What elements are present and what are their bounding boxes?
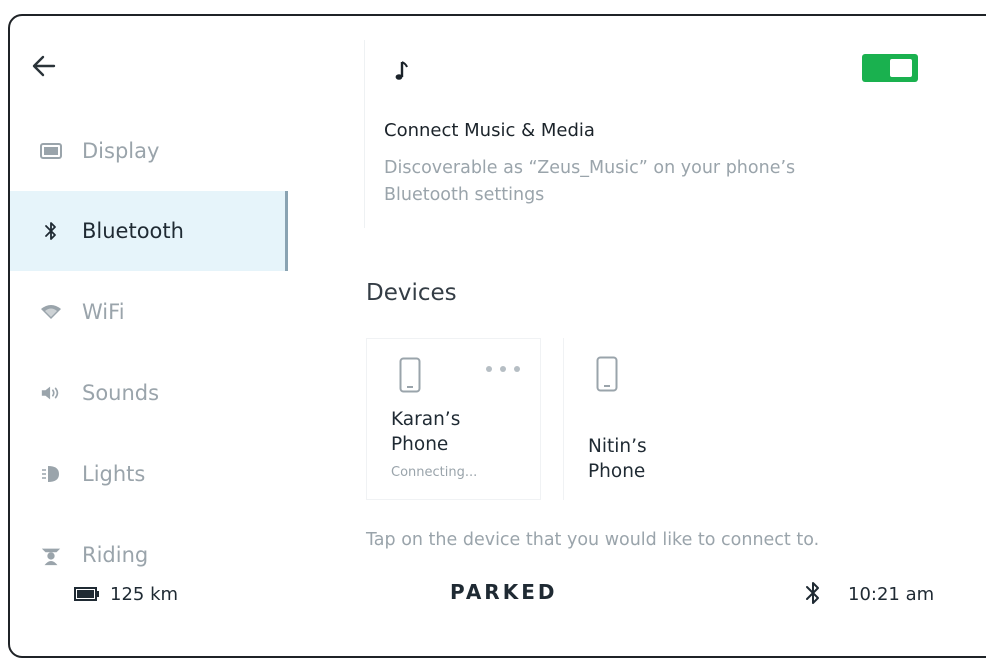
media-title: Connect Music & Media: [384, 120, 595, 141]
rider-icon: [40, 544, 62, 566]
bluetooth-icon: [803, 580, 823, 606]
devices-hint: Tap on the device that you would like to…: [366, 530, 820, 550]
devices-heading: Devices: [366, 280, 457, 306]
sidebar-item-label: Bluetooth: [82, 219, 184, 243]
device-card-karan[interactable]: Karan’s Phone Connecting...: [366, 338, 541, 500]
sidebar-item-riding[interactable]: Riding: [10, 515, 288, 595]
toggle-knob: [890, 59, 912, 77]
bluetooth-icon: [40, 220, 62, 242]
device-name: Nitin’s Phone: [588, 436, 647, 482]
phone-icon: [399, 357, 421, 393]
sidebar-item-lights[interactable]: Lights: [10, 434, 288, 514]
arrow-left-icon[interactable]: [30, 52, 58, 80]
battery-icon: [74, 586, 100, 601]
wifi-icon: [40, 301, 62, 323]
sidebar-item-wifi[interactable]: WiFi: [10, 272, 288, 352]
sidebar-item-label: Sounds: [82, 381, 160, 405]
parked-status: PARKED: [450, 580, 558, 604]
sidebar-item-bluetooth[interactable]: Bluetooth: [10, 191, 288, 271]
device-card-nitin[interactable]: Nitin’s Phone: [563, 338, 739, 500]
light-icon: [40, 463, 62, 485]
sidebar-item-display[interactable]: Display: [10, 111, 288, 191]
clock-time: 10:21 am: [848, 584, 935, 605]
media-toggle[interactable]: [862, 54, 918, 82]
sidebar-item-label: WiFi: [82, 300, 125, 324]
device-name: Karan’s Phone: [391, 409, 461, 455]
device-status: Connecting...: [391, 465, 478, 480]
display-icon: [40, 140, 62, 162]
sidebar-item-sounds[interactable]: Sounds: [10, 353, 288, 433]
sidebar-item-label: Riding: [82, 543, 149, 567]
speaker-icon: [40, 382, 62, 404]
more-dots-icon[interactable]: [485, 359, 521, 372]
sidebar-item-label: Lights: [82, 462, 146, 486]
music-note-icon: [392, 58, 412, 84]
range-text: 125 km: [110, 584, 179, 605]
media-description: Discoverable as “Zeus_Music” on your pho…: [384, 158, 796, 205]
sidebar-item-label: Display: [82, 139, 160, 163]
divider: [364, 40, 365, 228]
phone-icon: [596, 356, 618, 392]
